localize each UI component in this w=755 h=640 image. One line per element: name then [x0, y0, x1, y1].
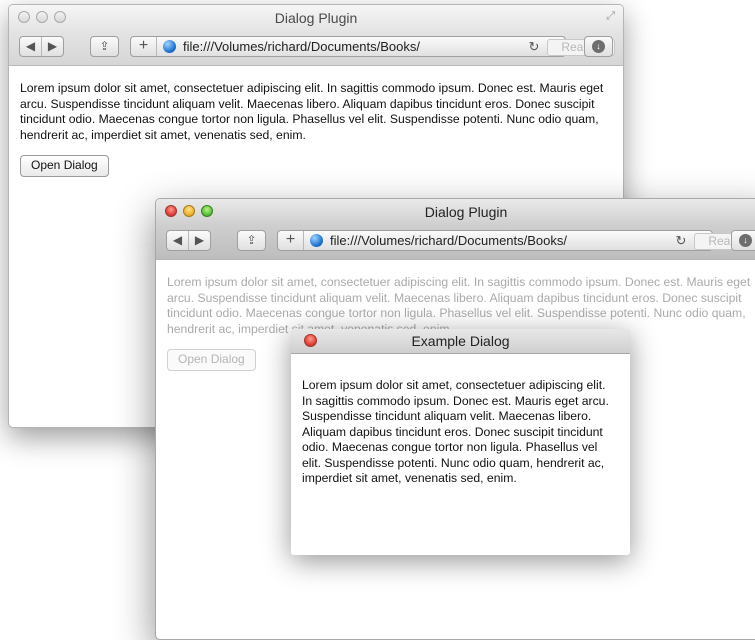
add-bookmark-button[interactable]: +: [131, 37, 157, 56]
page-content: Lorem ipsum dolor sit amet, consectetuer…: [9, 66, 623, 177]
nav-buttons: ◀ ▶: [166, 230, 211, 251]
titlebar: Dialog Plugin ⤢: [9, 5, 623, 31]
reload-icon[interactable]: ↻: [672, 231, 690, 250]
nav-buttons: ◀ ▶: [19, 36, 64, 57]
add-bookmark-button[interactable]: +: [278, 231, 304, 250]
titlebar: Dialog Plugin: [156, 199, 755, 225]
share-button[interactable]: ⇪: [237, 230, 266, 251]
back-button[interactable]: ◀: [20, 37, 41, 56]
downloads-button[interactable]: ↓: [731, 230, 755, 251]
example-dialog: Example Dialog Lorem ipsum dolor sit ame…: [291, 329, 630, 555]
download-icon: ↓: [592, 40, 605, 54]
reload-icon[interactable]: ↻: [525, 37, 543, 56]
dialog-title: Example Dialog: [411, 333, 510, 349]
globe-icon: [163, 40, 176, 53]
open-dialog-button[interactable]: Open Dialog: [167, 349, 256, 371]
forward-button[interactable]: ▶: [42, 37, 63, 56]
address-bar[interactable]: + file:///Volumes/richard/Documents/Book…: [130, 36, 615, 57]
dialog-body-text: Lorem ipsum dolor sit amet, consectetuer…: [302, 378, 609, 485]
globe-icon: [310, 234, 323, 247]
window-title: Dialog Plugin: [424, 204, 508, 220]
open-dialog-button[interactable]: Open Dialog: [20, 155, 109, 177]
forward-button[interactable]: ▶: [189, 231, 210, 250]
address-bar[interactable]: + file:///Volumes/richard/Documents/Book…: [277, 230, 755, 251]
downloads-button[interactable]: ↓: [584, 36, 613, 57]
toolbar: ◀ ▶ ⇪ + file:///Volumes/richard/Documents…: [156, 225, 755, 260]
toolbar: ◀ ▶ ⇪ + file:///Volumes/richard/Documents…: [9, 31, 623, 66]
dialog-titlebar: Example Dialog: [291, 329, 630, 354]
fullscreen-icon[interactable]: ⤢: [606, 10, 615, 23]
url-field[interactable]: file:///Volumes/richard/Documents/Books/: [183, 37, 521, 56]
body-text: Lorem ipsum dolor sit amet, consectetuer…: [167, 275, 751, 336]
window-title: Dialog Plugin: [274, 10, 358, 26]
share-button[interactable]: ⇪: [90, 36, 119, 57]
download-icon: ↓: [739, 234, 752, 248]
url-field[interactable]: file:///Volumes/richard/Documents/Books/: [330, 231, 668, 250]
back-button[interactable]: ◀: [167, 231, 188, 250]
body-text: Lorem ipsum dolor sit amet, consectetuer…: [20, 81, 604, 142]
